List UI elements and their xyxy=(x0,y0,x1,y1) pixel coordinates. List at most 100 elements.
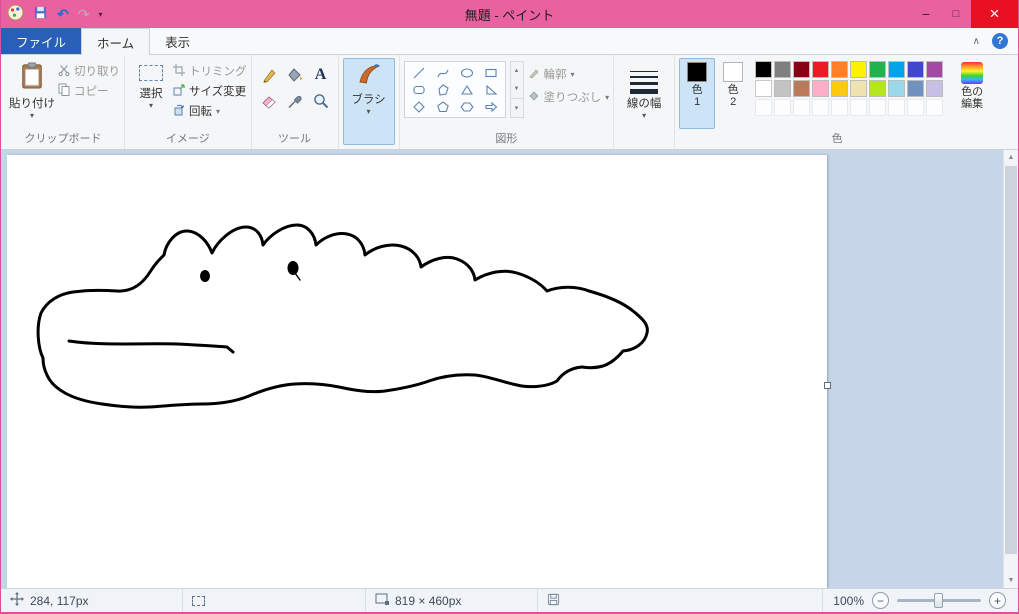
group-clipboard: 貼り付け ▾ 切り取り コピー クリップボード xyxy=(2,55,125,149)
shapes-scroll-up-icon[interactable]: ▲ xyxy=(511,62,523,80)
pencil-tool[interactable] xyxy=(256,62,282,88)
select-button[interactable]: 選択 ▾ xyxy=(129,58,173,129)
palette-swatch[interactable] xyxy=(926,80,944,97)
copy-button[interactable]: コピー xyxy=(58,83,120,99)
palette-swatch-empty[interactable] xyxy=(926,99,944,116)
shapes-more-icon[interactable]: ▾ xyxy=(510,98,523,117)
palette-swatch[interactable] xyxy=(888,61,906,78)
line-width-button[interactable]: 線の幅 ▾ xyxy=(618,58,670,145)
palette-swatch[interactable] xyxy=(831,61,849,78)
shape-line[interactable] xyxy=(407,64,431,81)
help-icon[interactable]: ? xyxy=(992,33,1008,49)
shape-oval[interactable] xyxy=(455,64,479,81)
palette-swatch[interactable] xyxy=(774,80,792,97)
palette-swatch[interactable] xyxy=(793,61,811,78)
shape-arrow-right[interactable] xyxy=(479,98,503,115)
tab-view[interactable]: 表示 xyxy=(150,28,205,54)
canvas-resize-handle[interactable] xyxy=(824,382,831,389)
palette-swatch-empty[interactable] xyxy=(812,99,830,116)
edit-colors-label-top: 色の xyxy=(961,86,984,98)
text-tool[interactable]: A xyxy=(308,62,334,88)
resize-button[interactable]: サイズ変更 xyxy=(173,83,247,99)
palette-swatch[interactable] xyxy=(812,61,830,78)
rotate-label: 回転 xyxy=(189,106,212,118)
zoom-level-value: 100% xyxy=(833,593,864,608)
close-button[interactable]: × xyxy=(971,0,1018,28)
palette-swatch[interactable] xyxy=(926,61,944,78)
drawing-canvas[interactable] xyxy=(7,155,827,588)
crocodile-doodle xyxy=(36,223,649,409)
color2-label-top: 色 xyxy=(727,84,739,96)
palette-swatch[interactable] xyxy=(774,61,792,78)
save-icon[interactable] xyxy=(33,5,48,23)
shape-polygon[interactable] xyxy=(431,81,455,98)
tab-home[interactable]: ホーム xyxy=(81,28,151,55)
palette-swatch-empty[interactable] xyxy=(774,99,792,116)
minimize-button[interactable]: − xyxy=(911,0,941,28)
shape-right-triangle[interactable] xyxy=(479,81,503,98)
crop-button[interactable]: トリミング xyxy=(173,63,247,79)
palette-swatch[interactable] xyxy=(888,80,906,97)
palette-swatch-empty[interactable] xyxy=(907,99,925,116)
palette-swatch[interactable] xyxy=(812,80,830,97)
palette-swatch-empty[interactable] xyxy=(850,99,868,116)
brushes-button[interactable]: ブラシ ▾ xyxy=(342,58,395,145)
palette-swatch[interactable] xyxy=(793,80,811,97)
ribbon: 貼り付け ▾ 切り取り コピー クリップボード 選択 ▾ トリミング サイズ変更… xyxy=(1,55,1018,150)
shape-hexagon[interactable] xyxy=(455,98,479,115)
shape-fill-button[interactable]: 塗りつぶし ▾ xyxy=(528,89,609,105)
palette-swatch[interactable] xyxy=(831,80,849,97)
zoom-out-button[interactable]: − xyxy=(872,592,889,609)
rotate-button[interactable]: 回転 ▾ xyxy=(173,103,247,119)
paste-button[interactable]: 貼り付け ▾ xyxy=(6,58,58,129)
color2-button[interactable]: 色 2 xyxy=(715,58,751,129)
color-picker-tool[interactable] xyxy=(282,88,308,114)
magnifier-icon xyxy=(313,94,328,109)
work-area: ▲ ▼ xyxy=(1,150,1018,588)
scroll-down-icon[interactable]: ▼ xyxy=(1004,573,1018,588)
cut-button[interactable]: 切り取り xyxy=(58,63,120,79)
fill-tool[interactable] xyxy=(282,62,308,88)
color1-button[interactable]: 色 1 xyxy=(679,58,716,129)
palette-swatch-empty[interactable] xyxy=(755,99,773,116)
shape-diamond[interactable] xyxy=(407,98,431,115)
palette-swatch[interactable] xyxy=(869,80,887,97)
palette-swatch-empty[interactable] xyxy=(793,99,811,116)
palette-swatch[interactable] xyxy=(755,61,773,78)
zoom-in-button[interactable]: + xyxy=(989,592,1006,609)
palette-swatch[interactable] xyxy=(869,61,887,78)
palette-swatch[interactable] xyxy=(907,80,925,97)
zoom-slider[interactable] xyxy=(897,593,981,608)
rainbow-icon xyxy=(961,62,984,84)
shape-pentagon[interactable] xyxy=(431,98,455,115)
undo-icon[interactable]: ↶ xyxy=(57,7,69,21)
zoom-controls: 100% − + xyxy=(822,589,1018,612)
palette-swatch[interactable] xyxy=(755,80,773,97)
shape-rounded-rectangle[interactable] xyxy=(407,81,431,98)
shape-triangle[interactable] xyxy=(455,81,479,98)
scrollbar-thumb[interactable] xyxy=(1005,166,1017,554)
palette-swatch[interactable] xyxy=(850,80,868,97)
shape-outline-button[interactable]: 輪郭 ▾ xyxy=(528,66,610,82)
palette-swatch-empty[interactable] xyxy=(888,99,906,116)
palette-swatch-empty[interactable] xyxy=(831,99,849,116)
maximize-button[interactable]: □ xyxy=(941,0,971,28)
redo-icon: ↷ xyxy=(77,6,90,22)
zoom-slider-thumb[interactable] xyxy=(934,593,943,608)
palette-swatch[interactable] xyxy=(907,61,925,78)
collapse-ribbon-icon[interactable]: ∧ xyxy=(973,36,980,47)
eraser-tool[interactable] xyxy=(256,88,282,114)
shape-curve[interactable] xyxy=(431,64,455,81)
group-colors: 色 1 色 2 色の 編集 色 xyxy=(675,55,999,149)
line-width-dropdown-icon: ▾ xyxy=(642,111,647,120)
vertical-scrollbar[interactable]: ▲ ▼ xyxy=(1003,150,1018,588)
shape-rectangle[interactable] xyxy=(479,64,503,81)
shapes-scroll-down-icon[interactable]: ▼ xyxy=(511,80,523,98)
scroll-up-icon[interactable]: ▲ xyxy=(1004,150,1018,165)
palette-swatch[interactable] xyxy=(850,61,868,78)
qat-dropdown-icon[interactable]: ▾ xyxy=(98,10,102,19)
tab-file[interactable]: ファイル xyxy=(1,28,82,54)
palette-swatch-empty[interactable] xyxy=(869,99,887,116)
magnifier-tool[interactable] xyxy=(308,88,334,114)
edit-colors-button[interactable]: 色の 編集 xyxy=(949,58,995,129)
